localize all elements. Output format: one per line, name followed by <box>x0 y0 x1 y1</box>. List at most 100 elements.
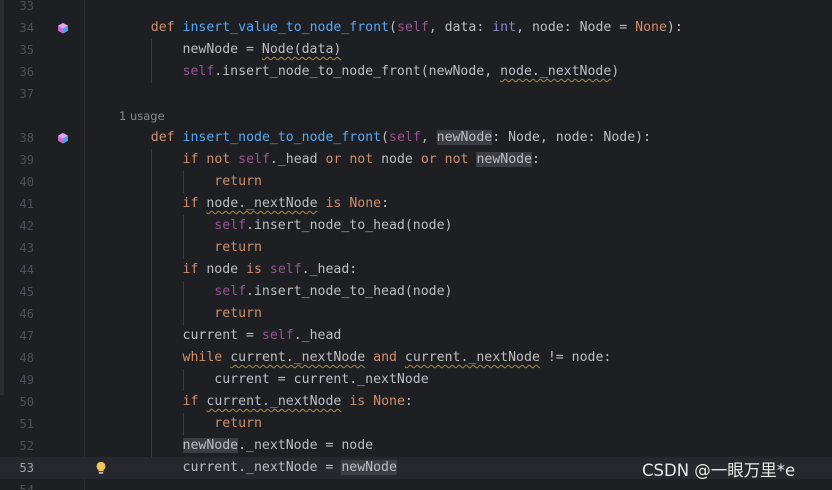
code-token: ): <box>666 20 683 35</box>
code-text[interactable]: def insert_value_to_node_front(self, dat… <box>119 17 683 39</box>
code-text[interactable]: return <box>119 413 262 435</box>
code-text[interactable]: self.insert_node_to_head(node) <box>119 281 452 303</box>
code-text[interactable]: return <box>119 303 262 325</box>
line-number: 48 <box>19 351 34 365</box>
code-token: , <box>420 130 437 145</box>
code-token: , node: Node = <box>516 20 636 35</box>
code-line[interactable]: 40 return <box>0 171 832 193</box>
code-text[interactable]: if node._nextNode is None: <box>119 193 390 215</box>
usage-hint-text[interactable]: 1 usage <box>119 105 165 127</box>
code-token: newNode <box>341 460 397 475</box>
line-number: 36 <box>19 65 34 79</box>
code-text[interactable]: current._nextNode = newNode <box>119 457 397 479</box>
line-number: 47 <box>19 329 34 343</box>
code-line[interactable]: 37 <box>0 83 832 105</box>
code-line[interactable]: 47 current = self._head <box>0 325 832 347</box>
code-token: or <box>420 152 437 167</box>
code-token: node <box>373 152 421 167</box>
code-line[interactable]: 34 def insert_value_to_node_front(self, … <box>0 17 832 39</box>
line-number: 34 <box>19 21 34 35</box>
line-number: 44 <box>19 263 34 277</box>
code-token: node._nextNode <box>500 64 612 79</box>
code-token: ) <box>611 64 620 79</box>
code-text[interactable]: self.insert_node_to_head(node) <box>119 215 452 237</box>
code-line[interactable]: 41 if node._nextNode is None: <box>0 193 832 215</box>
code-line[interactable]: 38 def insert_node_to_node_front(self, n… <box>0 127 832 149</box>
line-number: 53 <box>19 461 34 475</box>
line-number: 33 <box>19 0 34 13</box>
code-token: newNode <box>436 130 493 145</box>
code-line[interactable]: 46 return <box>0 303 832 325</box>
code-text[interactable]: current = self._head <box>119 325 342 347</box>
code-text[interactable]: self.insert_node_to_node_front(newNode, … <box>119 61 620 83</box>
code-token: ._head: <box>301 262 358 277</box>
code-text[interactable]: while current._nextNode and current._nex… <box>119 347 612 369</box>
code-line[interactable]: 42 self.insert_node_to_head(node) <box>0 215 832 237</box>
code-line[interactable]: 49 current = current._nextNode <box>0 369 832 391</box>
code-token: node <box>198 262 247 277</box>
code-text[interactable]: return <box>119 237 262 259</box>
code-token: self <box>261 328 294 343</box>
code-token: newNode <box>182 438 239 453</box>
code-line[interactable]: 48 while current._nextNode and current._… <box>0 347 832 369</box>
code-token: current._nextNode <box>206 394 342 409</box>
code-token: : <box>404 394 413 409</box>
code-token: , data: <box>428 20 493 35</box>
code-text[interactable]: newNode._nextNode = node <box>119 435 373 457</box>
line-number: 50 <box>19 395 34 409</box>
code-token: current._nextNode <box>404 350 540 365</box>
code-token: ( <box>388 20 397 35</box>
code-editor[interactable]: 33 34 def insert_value_to_node_front(self… <box>0 0 832 490</box>
code-token: newNode = <box>119 42 262 57</box>
code-line[interactable]: 36 self.insert_node_to_node_front(newNod… <box>0 61 832 83</box>
code-token: is <box>349 394 366 409</box>
code-line[interactable]: 35 newNode = Node(data) <box>0 39 832 61</box>
code-token: not <box>444 152 469 167</box>
code-line[interactable]: 39 if not self._head or not node or not … <box>0 149 832 171</box>
code-line[interactable]: 33 <box>0 0 832 17</box>
code-token: self <box>396 20 429 35</box>
code-line[interactable]: 51 return <box>0 413 832 435</box>
code-line[interactable]: 52 newNode._nextNode = node <box>0 435 832 457</box>
code-text[interactable]: if not self._head or not node or not new… <box>119 149 540 171</box>
line-number: 52 <box>19 439 34 453</box>
line-number: 37 <box>19 87 34 101</box>
code-line[interactable]: 44 if node is self._head: <box>0 259 832 281</box>
code-token: .insert_node_to_head(node) <box>246 218 453 233</box>
line-number: 40 <box>19 175 34 189</box>
code-text[interactable]: def insert_node_to_node_front(self, newN… <box>119 127 651 149</box>
line-number: 49 <box>19 373 34 387</box>
code-line[interactable]: 43 return <box>0 237 832 259</box>
usage-inlay-hint[interactable]: 1 usage <box>0 105 832 127</box>
code-token: return <box>214 416 262 431</box>
code-text[interactable]: return <box>119 171 262 193</box>
code-text[interactable]: if current._nextNode is None: <box>119 391 413 413</box>
code-text[interactable]: current = current._nextNode <box>119 369 428 391</box>
code-text[interactable]: if node is self._head: <box>119 259 358 281</box>
code-token: if <box>182 196 199 211</box>
code-token: self <box>214 284 247 299</box>
line-number: 43 <box>19 241 34 255</box>
code-token: None <box>373 394 405 409</box>
code-text[interactable]: newNode = Node(data) <box>119 39 342 61</box>
code-token: : <box>532 152 540 167</box>
code-line[interactable]: 45 self.insert_node_to_head(node) <box>0 281 832 303</box>
line-number: 54 <box>19 483 34 490</box>
code-line[interactable]: 50 if current._nextNode is None: <box>0 391 832 413</box>
code-token: current = <box>119 328 262 343</box>
code-token: return <box>214 240 262 255</box>
code-token: if <box>182 262 199 277</box>
